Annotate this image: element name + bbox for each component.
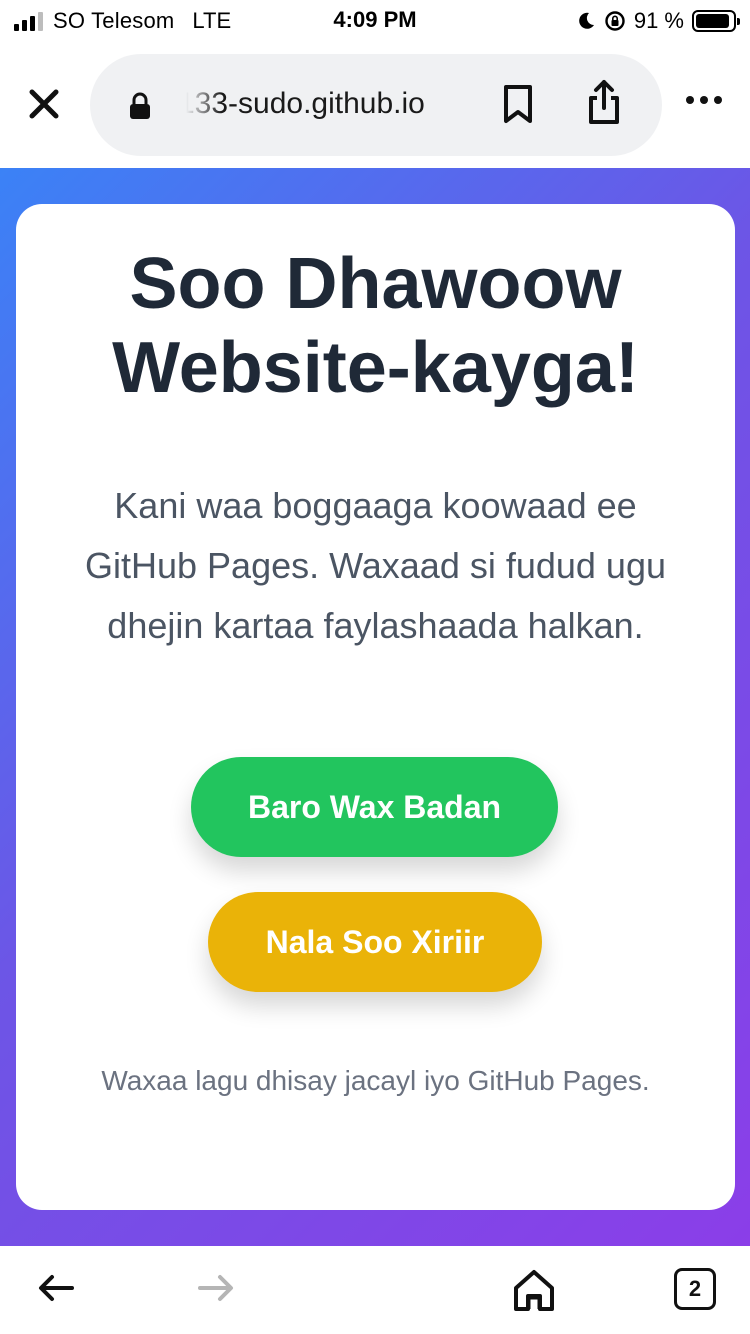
page-background: Soo Dhawoow Website-kayga! Kani waa bogg… <box>0 168 750 1246</box>
home-icon[interactable] <box>512 1268 556 1312</box>
content-card: Soo Dhawoow Website-kayga! Kani waa bogg… <box>16 204 735 1210</box>
battery-icon <box>692 10 740 32</box>
back-arrow-icon[interactable] <box>36 1272 76 1304</box>
contact-button[interactable]: Nala Soo Xiriir <box>208 892 542 992</box>
intro-text: Kani waa boggaaga koowaad ee GitHub Page… <box>84 485 666 646</box>
address-bar[interactable]: 133-sudo.github.io <box>90 54 662 156</box>
rotation-lock-icon <box>605 11 625 31</box>
page-title: Soo Dhawoow Website-kayga! <box>112 244 639 408</box>
footer-note: Waxaa lagu dhisay jacayl iyo GitHub Page… <box>101 1065 650 1096</box>
battery-percent: 91 % <box>633 8 684 33</box>
more-icon[interactable] <box>686 96 722 104</box>
share-icon[interactable] <box>586 78 622 126</box>
moon-icon <box>579 12 594 29</box>
learn-more-button[interactable]: Baro Wax Badan <box>191 757 558 857</box>
browser-toolbar: 133-sudo.github.io <box>0 42 750 168</box>
status-bar: SO Telesom LTE 4:09 PM 91 % <box>0 0 750 42</box>
lock-icon <box>130 92 150 119</box>
bookmark-icon[interactable] <box>502 84 534 124</box>
tabs-icon[interactable]: 2 <box>674 1268 716 1310</box>
url-text[interactable]: 133-sudo.github.io <box>186 84 466 124</box>
browser-bottom-bar: 2 <box>0 1246 750 1334</box>
status-right: 91 % <box>576 7 740 35</box>
forward-arrow-icon[interactable] <box>196 1272 236 1304</box>
close-icon[interactable] <box>24 84 64 124</box>
